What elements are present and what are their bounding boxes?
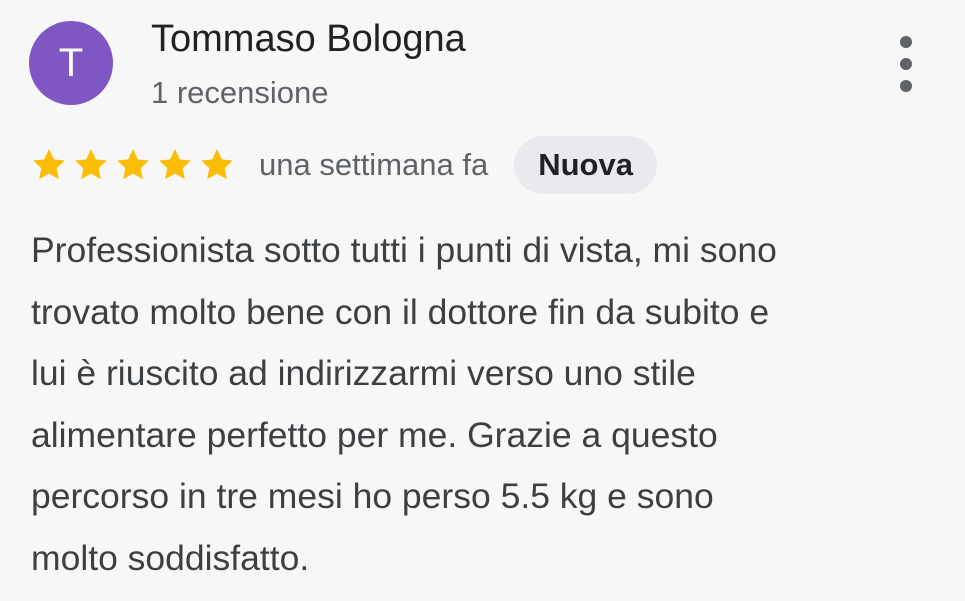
review-text: Professionista sotto tutti i punti di vi… [31,230,777,578]
author-name[interactable]: Tommaso Bologna [151,16,466,62]
more-vert-icon [900,36,912,48]
review-count[interactable]: 1 recensione [151,74,329,112]
review-card: T Tommaso Bologna 1 recensione una setti… [0,0,965,601]
star-rating [29,145,237,185]
star-icon [197,145,237,185]
star-icon [155,145,195,185]
review-date: una settimana fa [259,147,489,182]
star-icon [29,145,69,185]
more-vert-icon-dot [900,58,912,70]
new-badge: Nuova [514,136,657,194]
rating-row: una settimana fa Nuova [29,135,657,195]
star-icon [71,145,111,185]
more-vert-icon-dot [900,80,912,92]
avatar-initial: T [58,40,84,85]
more-options-button[interactable] [884,36,928,92]
avatar[interactable]: T [29,21,113,105]
star-icon [113,145,153,185]
